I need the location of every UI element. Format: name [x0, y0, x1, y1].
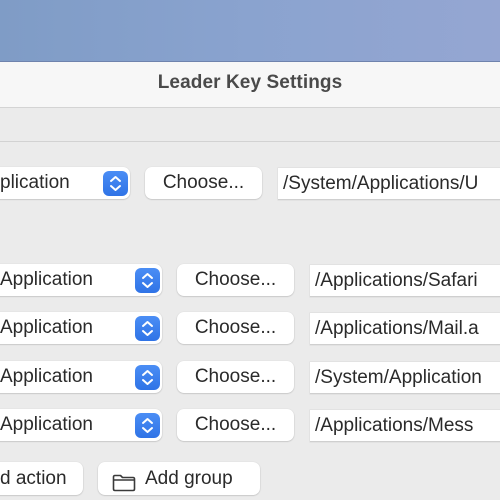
up-down-chevron-icon[interactable] [103, 171, 128, 196]
action-type-select[interactable]: Application [0, 264, 162, 296]
path-field[interactable]: /System/Application [310, 362, 500, 394]
action-row: plication Choose... /System/Applications… [0, 167, 500, 201]
group-action-row: Application Choose... /Applications/Safa… [0, 264, 500, 298]
up-down-chevron-icon[interactable] [135, 365, 160, 390]
window-title: Leader Key Settings [157, 72, 343, 93]
group-action-row: Application Choose... /System/Applicatio… [0, 361, 500, 395]
up-down-chevron-icon[interactable] [135, 268, 160, 293]
path-field[interactable]: /Applications/Mess [310, 410, 500, 442]
add-action-label: d action [0, 468, 67, 489]
group-action-row: Application Choose... /Applications/Mess [0, 409, 500, 443]
path-field[interactable]: /System/Applications/U [278, 168, 500, 200]
up-down-chevron-icon[interactable] [135, 316, 160, 341]
choose-button[interactable]: Choose... [177, 409, 294, 441]
folder-icon [112, 470, 136, 495]
section-divider [0, 141, 500, 142]
action-type-label: Application [0, 366, 93, 387]
action-type-select[interactable]: Application [0, 312, 162, 344]
action-type-select[interactable]: plication [0, 167, 130, 199]
action-type-label: Application [0, 317, 93, 338]
group-action-row: Application Choose... /Applications/Mail… [0, 312, 500, 346]
action-type-label: Application [0, 269, 93, 290]
up-down-chevron-icon[interactable] [135, 413, 160, 438]
choose-button[interactable]: Choose... [177, 264, 294, 296]
action-type-label: Application [0, 414, 93, 435]
desktop-background [0, 0, 500, 62]
action-type-select[interactable]: Application [0, 409, 162, 441]
path-field[interactable]: /Applications/Safari [310, 265, 500, 297]
path-field[interactable]: /Applications/Mail.a [310, 313, 500, 345]
action-type-label: plication [0, 172, 70, 193]
choose-button[interactable]: Choose... [145, 167, 262, 199]
window-titlebar: Leader Key Settings [0, 62, 500, 108]
choose-button[interactable]: Choose... [177, 361, 294, 393]
add-group-button[interactable]: Add group [98, 462, 260, 495]
add-group-label: Add group [145, 468, 233, 489]
action-type-select[interactable]: Application [0, 361, 162, 393]
add-action-button[interactable]: d action [0, 462, 83, 495]
choose-button[interactable]: Choose... [177, 312, 294, 344]
